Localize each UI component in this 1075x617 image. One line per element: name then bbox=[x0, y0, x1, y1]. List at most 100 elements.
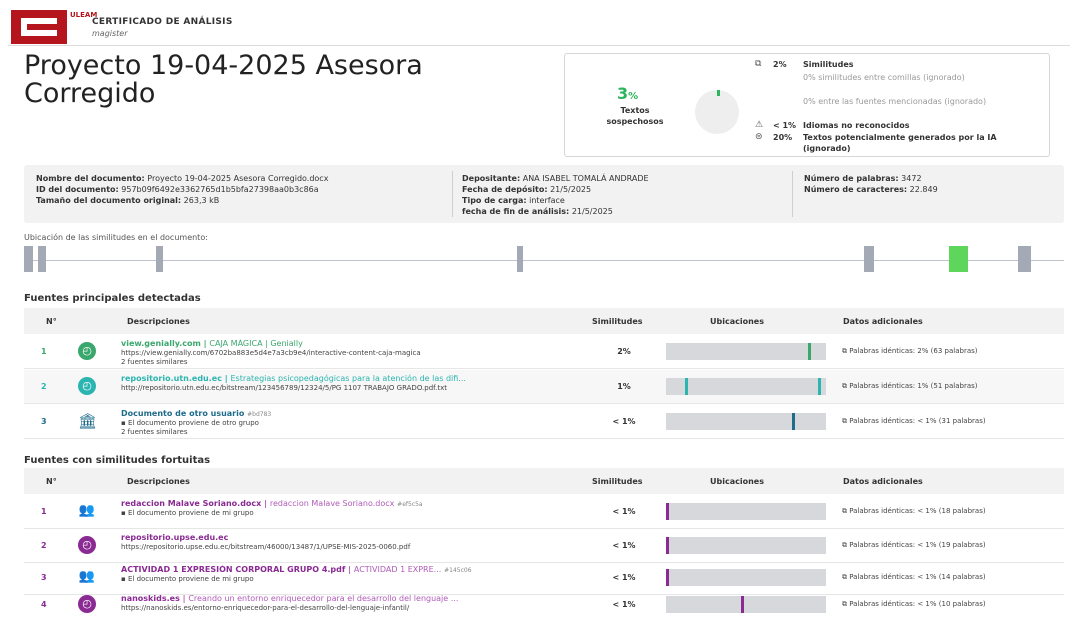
fortuitous-sources-title: Fuentes con similitudes fortuitas bbox=[24, 455, 211, 466]
location-block[interactable] bbox=[1018, 246, 1031, 272]
report-subtitle: magister bbox=[92, 29, 128, 38]
location-bar[interactable] bbox=[666, 569, 826, 586]
additional-data: ⧉ Palabras idénticas: < 1% (19 palabras) bbox=[842, 541, 986, 549]
similarity-value: < 1% bbox=[612, 417, 636, 426]
similar-sources[interactable]: 2 fuentes similares bbox=[121, 428, 591, 436]
location-block[interactable] bbox=[517, 246, 523, 272]
similarity-value: 1% bbox=[617, 382, 631, 391]
table-row[interactable]: 1 ◴ view.genially.com | CAJA MÁGICA | Ge… bbox=[24, 335, 1064, 369]
main-sources-title: Fuentes principales detectadas bbox=[24, 293, 201, 304]
document-info-panel: Nombre del documento: Proyecto 19-04-202… bbox=[24, 165, 1064, 223]
report-header: ULEAM CERTIFICADO DE ANÁLISIS magister bbox=[8, 6, 1070, 46]
table-row[interactable]: 4 ◴ nanoskids.es | Creando un entorno en… bbox=[24, 592, 1064, 616]
similar-sources[interactable]: 2 fuentes similares bbox=[121, 358, 591, 366]
additional-data: ⧉ Palabras idénticas: < 1% (10 palabras) bbox=[842, 600, 986, 608]
table-row[interactable]: 1 👥 redaccion Malave Soriano.docx | reda… bbox=[24, 495, 1064, 529]
info-size: Tamaño del documento original: 263,3 kB bbox=[36, 196, 220, 205]
source-title[interactable]: view.genially.com | CAJA MÁGICA | Genial… bbox=[121, 339, 591, 348]
document-title: Proyecto 19-04-2025 Asesora Corregido bbox=[24, 50, 423, 109]
bar-mark bbox=[808, 343, 811, 360]
web-icon: ◴ bbox=[78, 342, 96, 360]
additional-data: ⧉ Palabras idénticas: < 1% (31 palabras) bbox=[842, 417, 986, 425]
info-id: ID del documento: 957b09f6492e3362765d1b… bbox=[36, 185, 319, 194]
source-url[interactable]: https://nanoskids.es/entorno-enriquecedo… bbox=[121, 604, 591, 612]
source-url[interactable]: https://view.genially.com/6702ba883e5d4e… bbox=[121, 349, 591, 357]
table-row[interactable]: 3 🏛 Documento de otro usuario #bd783 ▪ E… bbox=[24, 405, 1064, 439]
additional-data: ⧉ Palabras idénticas: < 1% (18 palabras) bbox=[842, 507, 986, 515]
logo bbox=[11, 10, 67, 44]
group-icon: 👥 bbox=[78, 569, 96, 584]
additional-data: ⧉ Palabras idénticas: 1% (51 palabras) bbox=[842, 382, 978, 390]
ai-icon: ⊜ bbox=[755, 132, 763, 142]
bar-mark bbox=[792, 413, 795, 430]
bar-mark bbox=[685, 378, 688, 395]
web-icon: ◴ bbox=[78, 595, 96, 613]
bar-mark bbox=[818, 378, 821, 395]
bar-mark bbox=[741, 596, 744, 613]
source-url[interactable]: http://repositorio.utn.edu.ec/bitstream/… bbox=[121, 384, 591, 392]
bar-mark bbox=[666, 537, 669, 554]
similarity-value: < 1% bbox=[612, 507, 636, 516]
bar-mark bbox=[666, 569, 669, 586]
location-bar[interactable] bbox=[666, 537, 826, 554]
source-title[interactable]: nanoskids.es | Creando un entorno enriqu… bbox=[121, 594, 591, 603]
institution-icon: 🏛 bbox=[78, 412, 98, 430]
source-title[interactable]: Documento de otro usuario #bd783 bbox=[121, 409, 591, 418]
fortuitous-sources-header: N° Descripciones Similitudes Ubicaciones… bbox=[24, 468, 1064, 494]
location-block[interactable] bbox=[156, 246, 163, 272]
source-title[interactable]: repositorio.upse.edu.ec bbox=[121, 533, 591, 542]
info-upload-type: Tipo de carga: interface bbox=[462, 196, 565, 205]
divider bbox=[792, 171, 793, 217]
similarity-value: 2% bbox=[617, 347, 631, 356]
bar-mark bbox=[666, 503, 669, 520]
logo-side-text: ULEAM bbox=[70, 11, 98, 19]
divider bbox=[452, 171, 453, 217]
info-column-counts: Número de palabras: 3472 Número de carac… bbox=[804, 173, 1054, 195]
report-title: CERTIFICADO DE ANÁLISIS bbox=[92, 17, 233, 27]
additional-data: ⧉ Palabras idénticas: < 1% (14 palabras) bbox=[842, 573, 986, 581]
donut-mark bbox=[717, 90, 720, 96]
info-depositor: Depositante: ANA ISABEL TOMALÁ ANDRADE bbox=[462, 174, 649, 183]
language-icon: ⚠ bbox=[755, 120, 764, 130]
info-name: Nombre del documento: Proyecto 19-04-202… bbox=[36, 174, 329, 183]
info-word-count: Número de palabras: 3472 bbox=[804, 174, 922, 183]
web-icon: ◴ bbox=[78, 377, 96, 395]
location-bar[interactable] bbox=[666, 413, 826, 430]
source-origin: ▪ El documento proviene de otro grupo bbox=[121, 419, 259, 427]
similarity-value: < 1% bbox=[612, 600, 636, 609]
location-bar[interactable] bbox=[666, 596, 826, 613]
source-title[interactable]: ACTIVIDAD 1 EXPRESIÓN CORPORAL GRUPO 4.p… bbox=[121, 565, 591, 574]
main-sources-header: N° Descripciones Similitudes Ubicaciones… bbox=[24, 308, 1064, 334]
similarity-value: < 1% bbox=[612, 573, 636, 582]
additional-data: ⧉ Palabras idénticas: 2% (63 palabras) bbox=[842, 347, 978, 355]
location-block-highlight[interactable] bbox=[949, 246, 968, 272]
source-title[interactable]: redaccion Malave Soriano.docx | redaccio… bbox=[121, 499, 591, 508]
location-line bbox=[24, 260, 1064, 261]
web-icon: ◴ bbox=[78, 536, 96, 554]
location-block[interactable] bbox=[38, 246, 46, 272]
similarity-icon: ⧉ bbox=[755, 59, 762, 69]
table-row[interactable]: 2 ◴ repositorio.upse.edu.ec https://repo… bbox=[24, 529, 1064, 563]
location-bar[interactable] bbox=[666, 378, 826, 395]
source-title[interactable]: repositorio.utn.edu.ec | Estrategias psi… bbox=[121, 374, 591, 383]
suspicious-label: Textos sospechosos bbox=[606, 106, 664, 126]
location-label: Ubicación de las similitudes en el docum… bbox=[24, 233, 208, 242]
table-row[interactable]: 3 👥 ACTIVIDAD 1 EXPRESIÓN CORPORAL GRUPO… bbox=[24, 561, 1064, 595]
info-column-document: Nombre del documento: Proyecto 19-04-202… bbox=[36, 173, 446, 206]
source-origin: ▪ El documento proviene de mi grupo bbox=[121, 509, 254, 517]
info-deposit-date: Fecha de depósito: 21/5/2025 bbox=[462, 185, 592, 194]
info-char-count: Número de caracteres: 22.849 bbox=[804, 185, 938, 194]
info-column-deposit: Depositante: ANA ISABEL TOMALÁ ANDRADE F… bbox=[462, 173, 782, 217]
location-bar[interactable] bbox=[666, 503, 826, 520]
location-block[interactable] bbox=[24, 246, 33, 272]
location-bar[interactable] bbox=[666, 343, 826, 360]
similarity-value: < 1% bbox=[612, 541, 636, 550]
info-analysis-date: fecha de fin de análisis: 21/5/2025 bbox=[462, 207, 613, 216]
location-block[interactable] bbox=[864, 246, 874, 272]
summary-box: 3% Textos sospechosos ⧉ 2% Similitudes 0… bbox=[564, 53, 1050, 157]
suspicious-percent: 3% bbox=[617, 84, 639, 103]
source-url[interactable]: https://repositorio.upse.edu.ec/bitstrea… bbox=[121, 543, 591, 551]
table-row[interactable]: 2 ◴ repositorio.utn.edu.ec | Estrategias… bbox=[24, 370, 1064, 404]
group-icon: 👥 bbox=[78, 503, 96, 518]
similarity-donut bbox=[695, 90, 739, 134]
